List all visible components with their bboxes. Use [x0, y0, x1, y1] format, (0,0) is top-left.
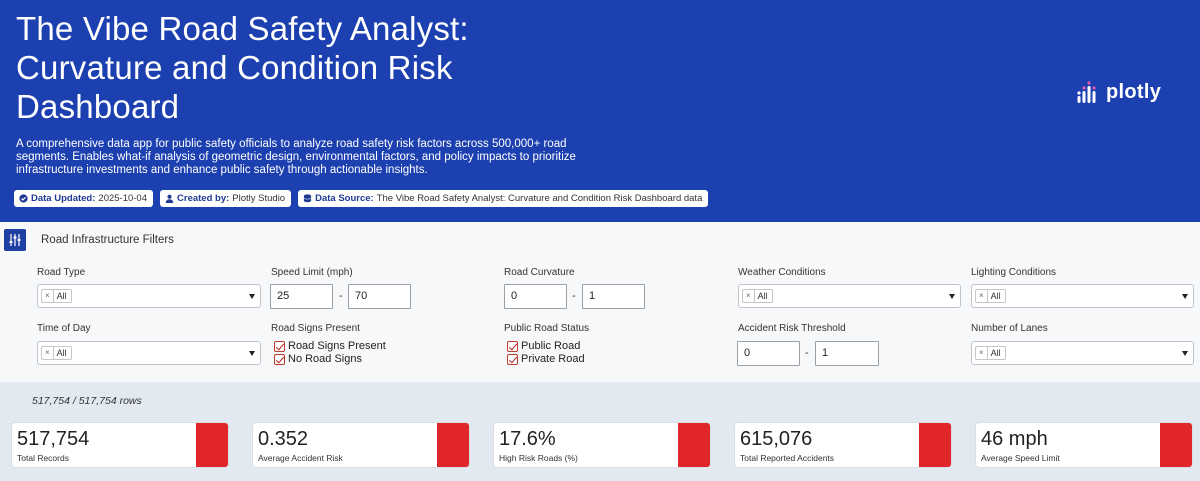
checkbox-checked-icon[interactable] — [507, 353, 518, 365]
badge-value: The Vibe Road Safety Analyst: Curvature … — [376, 193, 703, 204]
chevron-down-icon[interactable] — [1182, 294, 1188, 299]
checkbox-public-road[interactable]: Public Road — [507, 340, 580, 352]
curvature-max-input[interactable]: 1 — [582, 284, 645, 309]
kpi-label: Average Speed Limit — [981, 453, 1060, 463]
kpi-accent-bar — [919, 423, 951, 467]
row-count: 517,754 / 517,754 rows — [32, 395, 142, 407]
weather-label: Weather Conditions — [738, 267, 826, 278]
remove-chip-icon[interactable]: × — [42, 290, 54, 302]
checkbox-checked-icon[interactable] — [274, 340, 285, 352]
speed-limit-max-input[interactable]: 70 — [348, 284, 411, 309]
checkbox-road-signs-present[interactable]: Road Signs Present — [274, 340, 386, 352]
kpi-accent-bar — [1160, 423, 1192, 467]
kpi-label: Total Records — [17, 453, 69, 463]
checkbox-private-road[interactable]: Private Road — [507, 353, 585, 365]
user-icon — [165, 194, 174, 203]
range-separator: - — [572, 290, 576, 302]
plotly-logo-icon — [1077, 81, 1096, 103]
road-curvature-label: Road Curvature — [504, 267, 575, 278]
remove-chip-icon[interactable]: × — [42, 347, 54, 359]
checkbox-checked-icon[interactable] — [507, 340, 518, 352]
plotly-logo-text: plotly — [1106, 80, 1162, 103]
data-updated-badge: Data Updated: 2025-10-04 — [14, 190, 154, 207]
kpi-card-average-risk: 0.352 Average Accident Risk — [253, 423, 469, 467]
filters-panel: Road Infrastructure Filters Road Type Sp… — [0, 222, 1200, 382]
kpi-accent-bar — [678, 423, 710, 467]
curvature-min-input[interactable]: 0 — [504, 284, 567, 309]
data-source-badge: Data Source: The Vibe Road Safety Analys… — [298, 190, 709, 207]
kpi-label: Total Reported Accidents — [740, 453, 835, 463]
speed-limit-min-input[interactable]: 25 — [270, 284, 333, 309]
kpi-value: 615,076 — [740, 428, 813, 450]
selected-chip: × All — [975, 346, 1006, 360]
kpi-value: 17.6% — [499, 428, 556, 450]
page-title: The Vibe Road Safety Analyst: Curvature … — [16, 10, 469, 125]
lanes-label: Number of Lanes — [971, 323, 1048, 334]
created-by-badge: Created by: Plotly Studio — [160, 190, 292, 207]
kpi-value: 0.352 — [258, 428, 309, 450]
kpi-accent-bar — [437, 423, 469, 467]
remove-chip-icon[interactable]: × — [976, 347, 988, 359]
risk-threshold-label: Accident Risk Threshold — [738, 323, 846, 334]
sliders-icon[interactable] — [4, 229, 26, 251]
range-separator: - — [805, 347, 809, 359]
road-type-label: Road Type — [37, 267, 86, 278]
kpi-label: Average Accident Risk — [258, 453, 343, 463]
chevron-down-icon[interactable] — [249, 351, 255, 356]
page-description: A comprehensive data app for public safe… — [16, 138, 576, 176]
time-of-day-select[interactable]: × All — [37, 341, 261, 365]
remove-chip-icon[interactable]: × — [743, 290, 755, 302]
badge-value: 2025-10-04 — [98, 193, 148, 204]
lanes-select[interactable]: × All — [971, 341, 1194, 365]
weather-select[interactable]: × All — [738, 284, 961, 308]
checkbox-checked-icon[interactable] — [274, 353, 285, 365]
risk-threshold-min-input[interactable]: 0 — [737, 341, 800, 366]
kpi-card-total-records: 517,754 Total Records — [12, 423, 228, 467]
plotly-logo: plotly — [1076, 80, 1161, 104]
badge-label: Created by: — [177, 193, 230, 204]
selected-chip: × All — [742, 289, 773, 303]
kpi-label: High Risk Roads (%) — [499, 453, 578, 463]
kpi-accent-bar — [196, 423, 228, 467]
chevron-down-icon[interactable] — [949, 294, 955, 299]
app-header: The Vibe Road Safety Analyst: Curvature … — [0, 0, 1200, 222]
selected-chip: × All — [41, 346, 72, 360]
remove-chip-icon[interactable]: × — [976, 290, 988, 302]
badge-label: Data Updated: — [31, 193, 96, 204]
badge-label: Data Source: — [315, 193, 374, 204]
chevron-down-icon[interactable] — [249, 294, 255, 299]
kpi-card-total-accidents: 615,076 Total Reported Accidents — [735, 423, 951, 467]
kpi-card-high-risk-roads: 17.6% High Risk Roads (%) — [494, 423, 710, 467]
road-type-select[interactable]: × All — [37, 284, 261, 308]
kpi-value: 46 mph — [981, 428, 1048, 450]
range-separator: - — [339, 290, 343, 302]
check-circle-icon — [19, 194, 28, 203]
speed-limit-label: Speed Limit (mph) — [271, 267, 353, 278]
public-road-label: Public Road Status — [504, 323, 590, 334]
lighting-label: Lighting Conditions — [971, 267, 1057, 278]
database-icon — [303, 194, 312, 203]
kpi-value: 517,754 — [17, 428, 90, 450]
chevron-down-icon[interactable] — [1182, 351, 1188, 356]
checkbox-no-road-signs[interactable]: No Road Signs — [274, 353, 362, 365]
selected-chip: × All — [975, 289, 1006, 303]
lighting-select[interactable]: × All — [971, 284, 1194, 308]
filters-heading: Road Infrastructure Filters — [41, 234, 174, 246]
info-badges: Data Updated: 2025-10-04 Created by: Plo… — [14, 190, 709, 207]
selected-chip: × All — [41, 289, 72, 303]
road-signs-label: Road Signs Present — [271, 323, 360, 334]
risk-threshold-max-input[interactable]: 1 — [815, 341, 879, 366]
badge-value: Plotly Studio — [232, 193, 286, 204]
kpi-card-average-speed: 46 mph Average Speed Limit — [976, 423, 1192, 467]
time-of-day-label: Time of Day — [37, 323, 91, 334]
